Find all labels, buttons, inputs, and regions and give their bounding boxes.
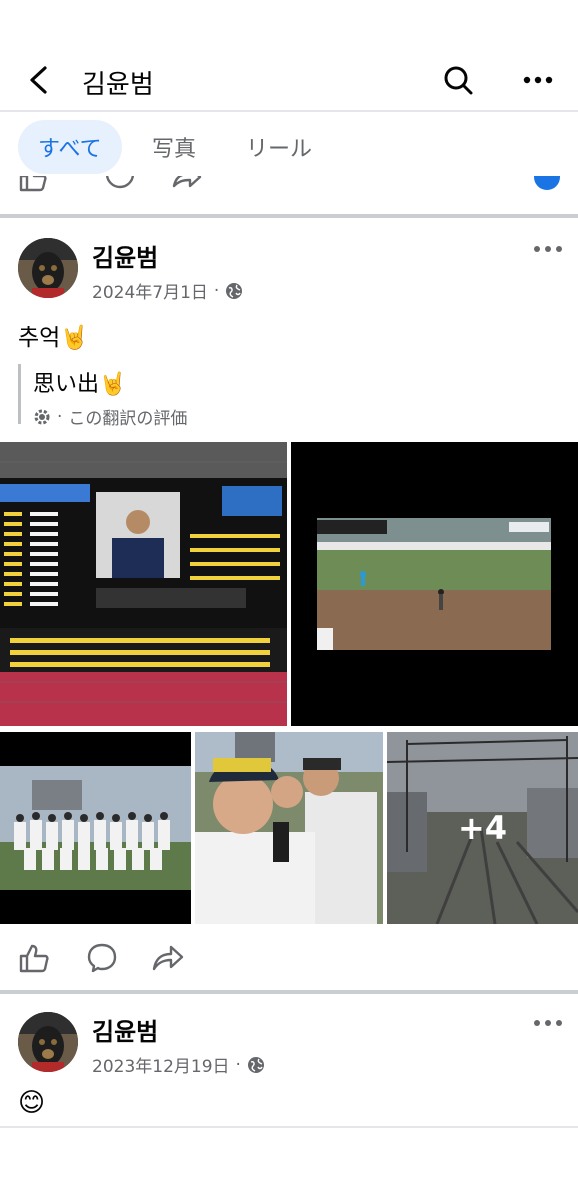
filter-tabs: すべて 写真 リール — [0, 114, 578, 176]
post-meta: 2023年12月19日 · — [92, 1052, 265, 1077]
meta-dot-separator: · — [235, 1054, 241, 1075]
search-icon — [444, 66, 473, 95]
like-icon — [19, 944, 49, 973]
post-meta: 2024年7月1日 · — [92, 278, 243, 303]
avatar[interactable] — [18, 238, 78, 298]
more-photos-count[interactable]: +4 — [387, 732, 578, 924]
post-author[interactable]: 김윤범 — [92, 238, 158, 273]
more-options-button[interactable] — [518, 60, 558, 100]
post-date[interactable]: 2023年12月19日 — [92, 1052, 230, 1077]
more-dots-icon — [523, 76, 553, 84]
tab-all[interactable]: すべて — [18, 120, 122, 174]
tab-photos[interactable]: 写真 — [132, 120, 216, 174]
top-bar: 김윤범 — [0, 0, 578, 112]
translation-rate[interactable]: · この翻訳の評価 — [33, 404, 318, 429]
search-button[interactable] — [438, 60, 478, 100]
scoreboard-photo-icon — [0, 442, 287, 726]
post-more-button[interactable] — [528, 1008, 568, 1038]
tab-reels[interactable]: リール — [226, 120, 332, 174]
avatar[interactable] — [18, 1012, 78, 1072]
post-author[interactable]: 김윤범 — [92, 1012, 158, 1047]
comment-icon — [87, 943, 117, 973]
photo-broadcast[interactable] — [291, 442, 578, 726]
more-dots-icon — [534, 1020, 562, 1026]
gear-icon — [34, 409, 50, 424]
team-photo-icon — [0, 732, 191, 924]
dog-avatar-icon — [18, 1012, 78, 1072]
photo-railway[interactable]: +4 — [387, 732, 578, 924]
meta-dot-separator: · — [57, 406, 63, 427]
post-more-button[interactable] — [528, 234, 568, 264]
selfie-photo-icon — [195, 732, 383, 924]
post-text: 😊 — [18, 1088, 46, 1118]
share-button[interactable] — [150, 940, 186, 976]
back-button[interactable] — [18, 60, 58, 100]
more-dots-icon — [534, 246, 562, 252]
post-card: 김윤범 2023年12月19日 · 😊 — [0, 994, 578, 1128]
photo-team[interactable] — [0, 732, 191, 924]
previous-post-actions — [0, 176, 578, 214]
share-icon — [152, 945, 184, 971]
dog-avatar-icon — [18, 238, 78, 298]
post-text: 추억🤘 — [18, 325, 89, 351]
post-card: 김윤범 2024年7月1日 · 추억🤘 思い出🤘 · この翻訳の評価 +4 — [0, 218, 578, 992]
page-title: 김윤범 — [82, 70, 154, 100]
baseball-broadcast-photo-icon — [291, 442, 578, 726]
photo-selfie[interactable] — [195, 732, 383, 924]
like-button[interactable] — [16, 940, 52, 976]
globe-icon — [226, 282, 243, 299]
translation-block: 思い出🤘 · この翻訳の評価 — [18, 364, 318, 429]
share-icon[interactable] — [170, 176, 202, 190]
globe-icon — [247, 1056, 264, 1073]
post-date[interactable]: 2024年7月1日 — [92, 278, 208, 303]
chevron-left-icon — [30, 66, 47, 94]
comment-button[interactable] — [84, 940, 120, 976]
like-icon[interactable] — [18, 176, 48, 192]
comment-icon[interactable] — [104, 176, 136, 190]
reaction-badge-icon — [534, 176, 560, 190]
rate-translation-link[interactable]: この翻訳の評価 — [68, 404, 187, 429]
translated-text: 思い出🤘 — [33, 372, 127, 397]
meta-dot-separator: · — [213, 280, 220, 301]
photo-scoreboard[interactable] — [0, 442, 287, 726]
